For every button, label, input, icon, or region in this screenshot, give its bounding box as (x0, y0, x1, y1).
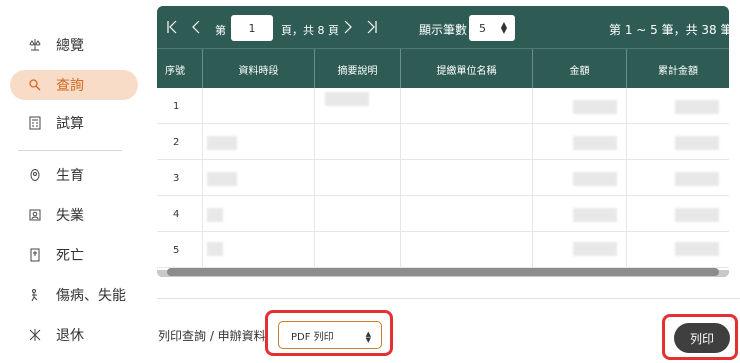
redacted-text (207, 208, 223, 222)
table-row[interactable]: 2 (157, 124, 729, 160)
pregnancy-icon (28, 168, 42, 182)
retire-icon (28, 328, 42, 342)
redacted-text (675, 242, 719, 256)
sidebar-item-label: 總覽 (56, 38, 84, 54)
column-header: 提繳單位名稱 (401, 49, 533, 89)
redacted-text (573, 136, 617, 150)
sort-arrows-icon: ▲ ▼ (500, 20, 507, 35)
row-number: 5 (157, 232, 203, 268)
sidebar-item-death[interactable]: 死亡 (10, 240, 138, 270)
sidebar-item-label: 試算 (56, 116, 84, 132)
column-header: 累計金額 (658, 65, 698, 77)
column-header: 摘要說明 (315, 49, 401, 89)
print-button[interactable]: 列印 (674, 323, 730, 353)
sidebar-item-injury[interactable]: 傷病、失能 (10, 280, 138, 310)
sidebar-item-retire[interactable]: 退休 (10, 320, 138, 350)
search-icon (28, 78, 42, 92)
sidebar-item-label: 生育 (56, 168, 84, 184)
column-header: 金額 (533, 49, 627, 89)
sidebar: 總覽 查詢 試算 生育 失業 死亡 傷病、失能 退休 (0, 0, 150, 363)
sidebar-divider (18, 150, 122, 151)
death-icon (28, 248, 42, 262)
redacted-text (207, 242, 223, 256)
first-page-button[interactable] (165, 18, 179, 36)
last-page-button[interactable] (365, 18, 379, 36)
page-size-select[interactable]: 5 ▲ ▼ (469, 15, 515, 41)
print-label: 列印查詢 / 申辦資料 (158, 329, 266, 343)
page-size-value: 5 (479, 21, 486, 35)
records-table-panel: 第 1 頁，共 8 頁 顯示筆數 5 ▲ ▼ 第 1 ~ 5 筆，共 38 筆 序… (157, 6, 729, 277)
redacted-text (207, 136, 237, 150)
row-number: 1 (157, 88, 203, 124)
section-divider (157, 298, 740, 299)
page-number-input[interactable]: 1 (231, 15, 273, 41)
sidebar-item-unemployment[interactable]: 失業 (10, 200, 138, 230)
sidebar-item-birth[interactable]: 生育 (10, 160, 138, 190)
injury-icon (28, 288, 42, 302)
calculator-icon (28, 116, 42, 130)
table-row[interactable]: 1 (157, 88, 729, 124)
sidebar-item-label: 傷病、失能 (56, 288, 126, 304)
print-format-value: PDF 列印 (291, 331, 334, 343)
scale-icon (28, 38, 42, 52)
sidebar-item-label: 查詢 (56, 78, 84, 94)
sidebar-item-label: 退休 (56, 328, 84, 344)
row-number: 2 (157, 124, 203, 160)
table-row[interactable]: 3 (157, 160, 729, 196)
table-row[interactable]: 4 (157, 196, 729, 232)
redacted-text (675, 208, 719, 222)
redacted-text (675, 136, 719, 150)
redacted-text (573, 242, 617, 256)
page-size-label: 顯示筆數 (419, 23, 468, 37)
redacted-text (207, 172, 237, 186)
row-number: 3 (157, 160, 203, 196)
record-summary: 第 1 ~ 5 筆，共 38 筆 (609, 23, 729, 37)
redacted-text (325, 92, 369, 106)
sidebar-item-query[interactable]: 查詢 (10, 70, 138, 100)
column-header: 序號 (157, 49, 203, 89)
row-number: 4 (157, 196, 203, 232)
print-format-select[interactable]: PDF 列印 ▲ ▼ (278, 321, 382, 349)
sidebar-item-label: 死亡 (56, 248, 84, 264)
redacted-text (573, 208, 617, 222)
pagination-bar: 第 1 頁，共 8 頁 顯示筆數 5 ▲ ▼ 第 1 ~ 5 筆，共 38 筆 (157, 6, 729, 48)
page-prefix: 第 (215, 24, 226, 37)
sidebar-item-overview[interactable]: 總覽 (10, 30, 138, 60)
redacted-text (573, 100, 617, 114)
sort-arrows-icon: ▲ ▼ (365, 330, 371, 344)
sidebar-item-label: 失業 (56, 208, 84, 224)
table-row[interactable]: 5 (157, 232, 729, 268)
redacted-text (675, 100, 719, 114)
next-page-button[interactable] (341, 18, 355, 36)
prev-page-button[interactable] (189, 18, 203, 36)
unemployed-icon (28, 208, 42, 222)
column-header: 資料時段 (203, 49, 315, 89)
redacted-text (573, 172, 617, 186)
horizontal-scrollbar[interactable] (167, 268, 719, 276)
table-body: 1 2 3 4 5 (157, 88, 729, 270)
table-header: 序號 資料時段 摘要說明 提繳單位名稱 金額 累計金額 (157, 48, 729, 89)
page-suffix: 頁，共 8 頁 (281, 24, 339, 37)
redacted-text (675, 172, 719, 186)
sidebar-item-calc[interactable]: 試算 (10, 108, 138, 138)
